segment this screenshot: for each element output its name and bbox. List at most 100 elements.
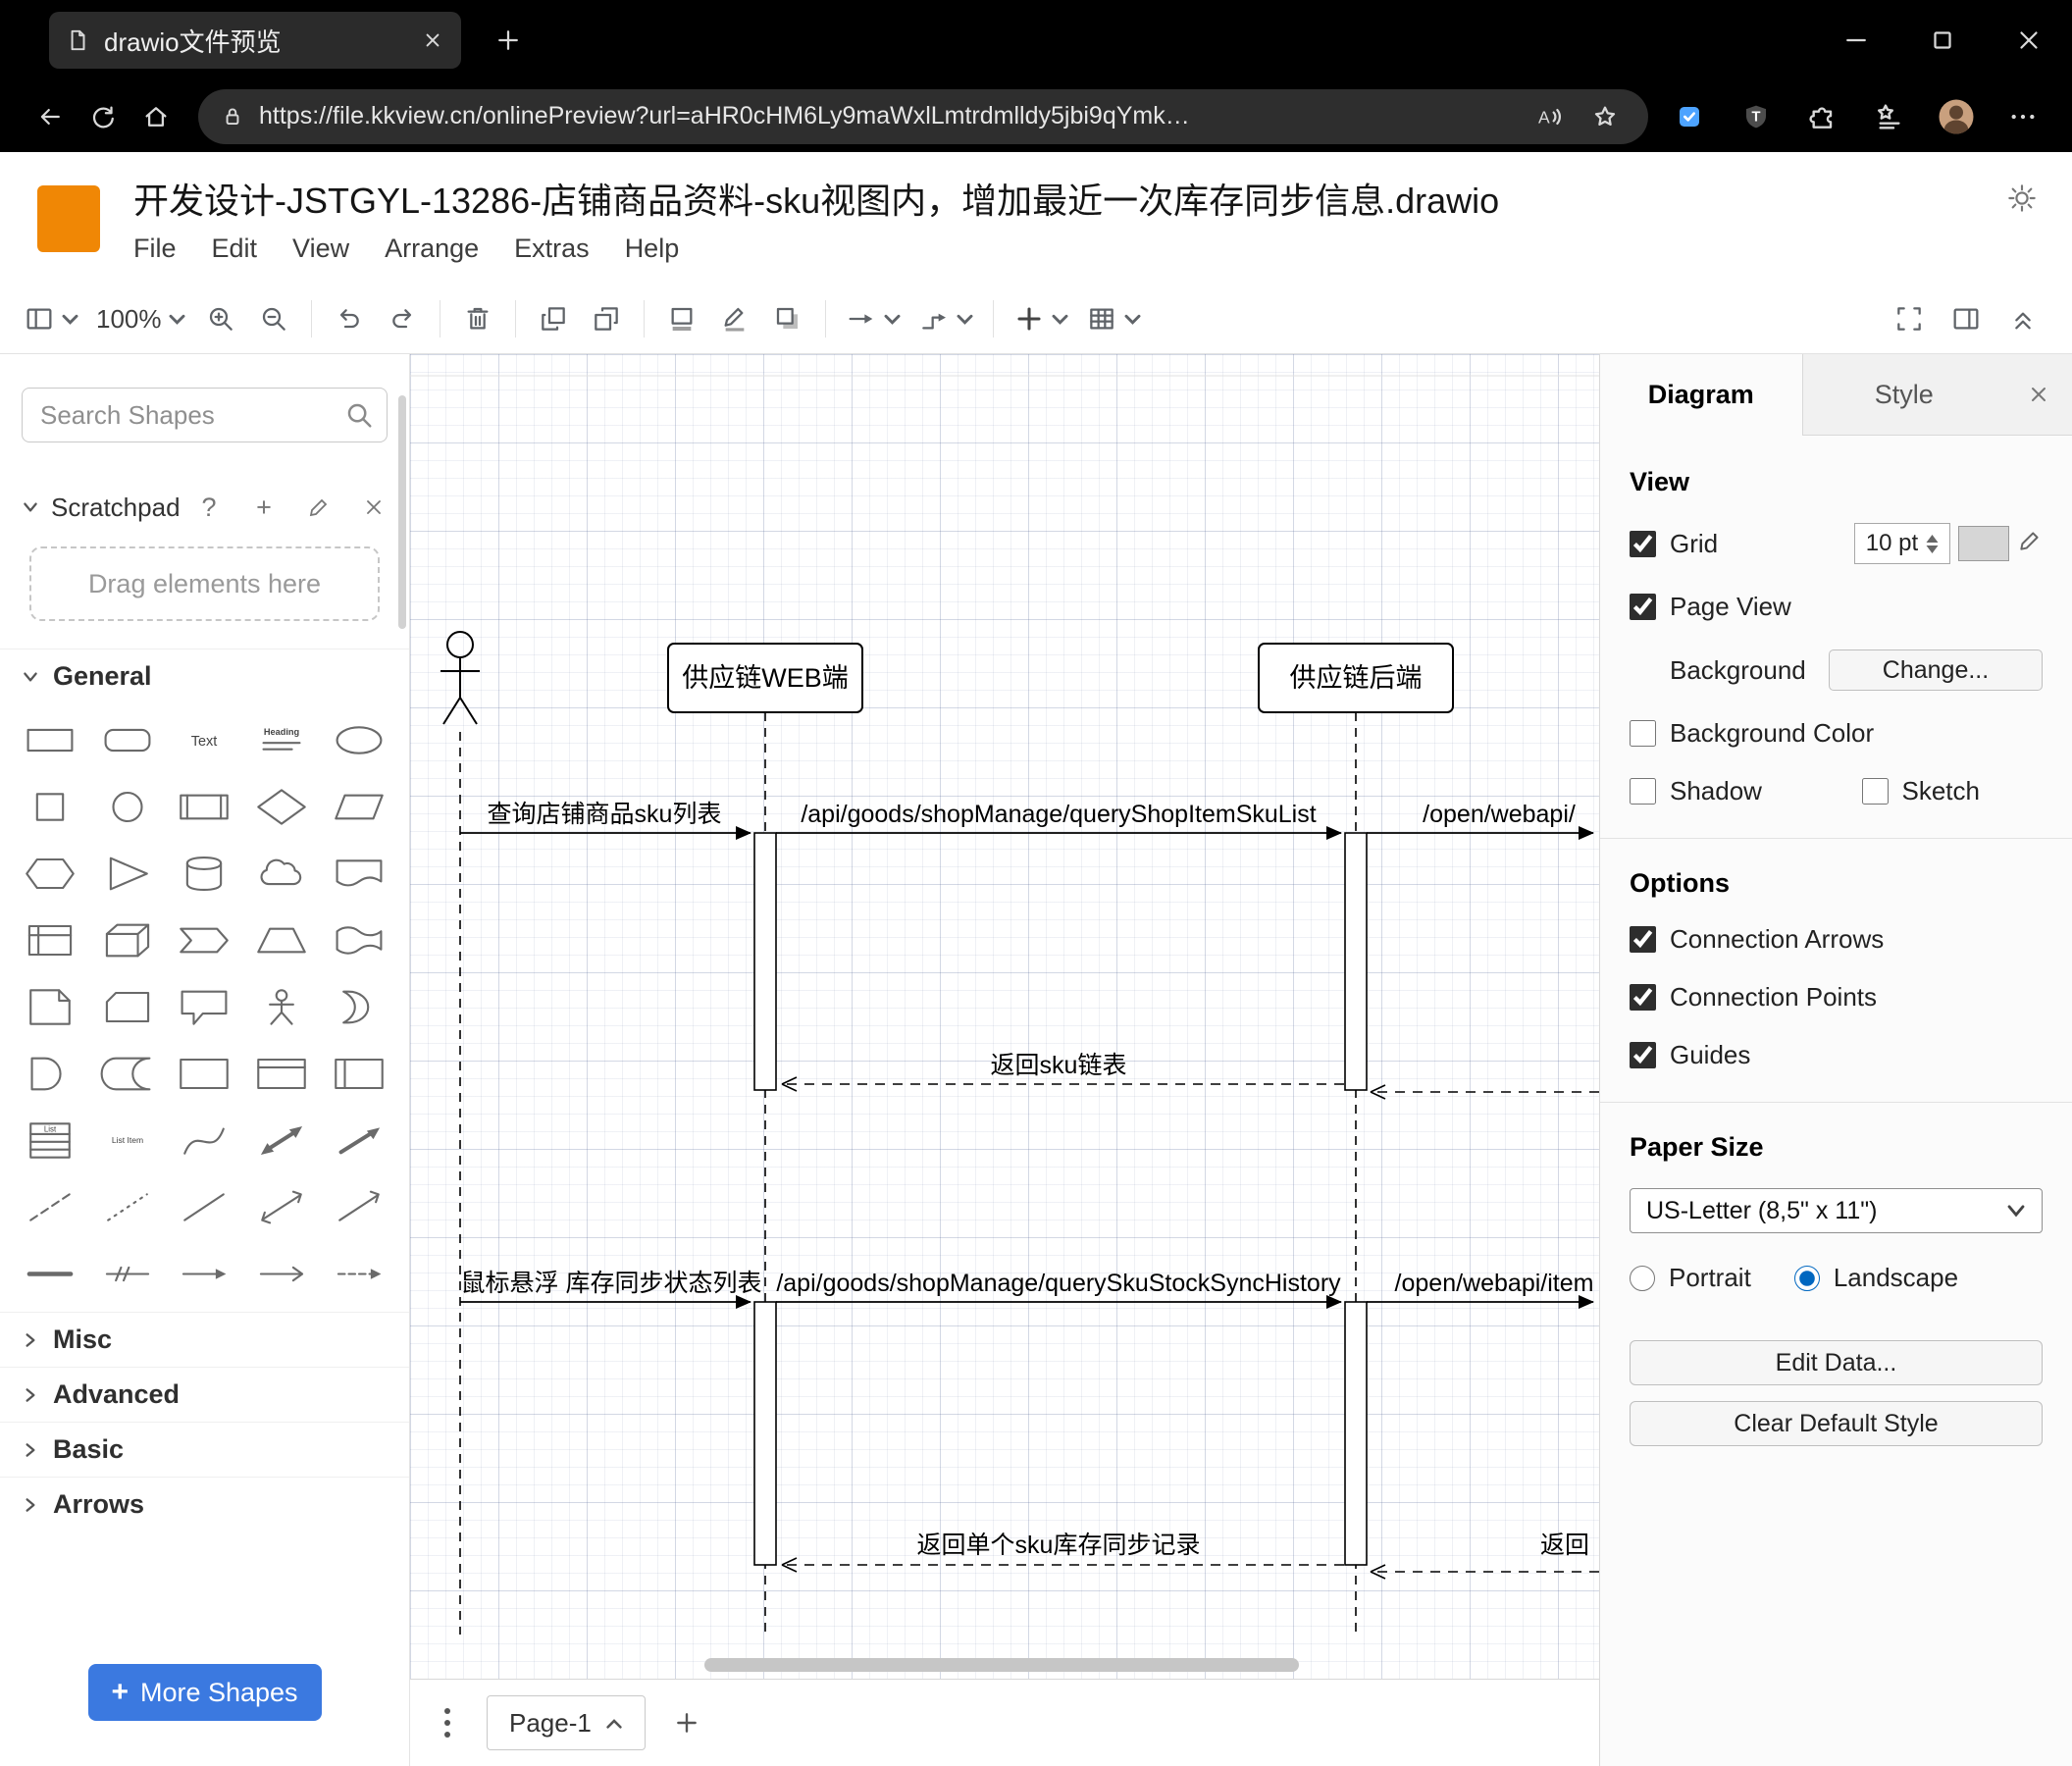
zoom-out-button[interactable] bbox=[248, 292, 299, 345]
favorite-star-icon[interactable] bbox=[1583, 95, 1627, 138]
section-basic[interactable]: Basic bbox=[0, 1422, 409, 1477]
shape-horizontal-line[interactable] bbox=[12, 1249, 89, 1298]
shape-list-item[interactable]: List Item bbox=[89, 1116, 167, 1165]
table-button[interactable] bbox=[1078, 292, 1149, 345]
shape-triangle[interactable] bbox=[89, 849, 167, 898]
portrait-radio-label[interactable]: Portrait bbox=[1630, 1263, 1751, 1293]
connection-arrows-checkbox[interactable] bbox=[1630, 926, 1656, 953]
waypoints-button[interactable] bbox=[910, 292, 981, 345]
address-url[interactable]: https://file.kkview.cn/onlinePreview?url… bbox=[259, 102, 1513, 130]
shape-document[interactable] bbox=[320, 849, 397, 898]
shape-process[interactable] bbox=[166, 782, 243, 831]
shape-callout[interactable] bbox=[166, 982, 243, 1031]
page-view-checkbox[interactable] bbox=[1630, 594, 1656, 620]
shape-heading[interactable]: Heading bbox=[243, 715, 321, 764]
section-advanced[interactable]: Advanced bbox=[0, 1367, 409, 1422]
background-color-checkbox[interactable] bbox=[1630, 720, 1656, 747]
shape-connector-arrow[interactable] bbox=[166, 1249, 243, 1298]
shape-card[interactable] bbox=[89, 982, 167, 1031]
background-color-checkbox-label[interactable]: Background Color bbox=[1630, 718, 1874, 749]
sidebar-scrollbar[interactable] bbox=[398, 395, 406, 629]
menu-file[interactable]: File bbox=[133, 234, 177, 264]
shape-text[interactable]: Text bbox=[166, 715, 243, 764]
clear-default-style-button[interactable]: Clear Default Style bbox=[1630, 1401, 2043, 1446]
section-misc[interactable]: Misc bbox=[0, 1312, 409, 1367]
shape-step[interactable] bbox=[166, 915, 243, 964]
zoom-in-button[interactable] bbox=[195, 292, 246, 345]
shape-parallelogram[interactable] bbox=[320, 782, 397, 831]
more-shapes-button[interactable]: + More Shapes bbox=[87, 1664, 322, 1721]
shape-horizontal-container[interactable] bbox=[320, 1049, 397, 1098]
paper-size-select[interactable]: US-Letter (8,5" x 11") bbox=[1630, 1188, 2043, 1233]
connection-button[interactable] bbox=[838, 292, 908, 345]
profile-avatar[interactable] bbox=[1931, 91, 1982, 142]
shadow-button[interactable] bbox=[762, 292, 813, 345]
shape-bidirectional-arrow[interactable] bbox=[243, 1116, 321, 1165]
guides-checkbox[interactable] bbox=[1630, 1042, 1656, 1068]
tab-close-icon[interactable] bbox=[420, 27, 445, 53]
tab-style[interactable]: Style bbox=[1803, 354, 2005, 435]
scratchpad-help-icon[interactable]: ? bbox=[195, 493, 223, 522]
shape-curve[interactable] bbox=[166, 1116, 243, 1165]
shape-trapezoid[interactable] bbox=[243, 915, 321, 964]
tab-diagram[interactable]: Diagram bbox=[1600, 354, 1803, 436]
delete-button[interactable] bbox=[452, 292, 503, 345]
fill-color-button[interactable] bbox=[656, 292, 707, 345]
shape-vertical-container[interactable] bbox=[243, 1049, 321, 1098]
shape-arrow[interactable] bbox=[320, 1116, 397, 1165]
read-aloud-icon[interactable]: A bbox=[1527, 95, 1570, 138]
refresh-icon[interactable] bbox=[77, 90, 130, 143]
shield-extension-icon[interactable]: T bbox=[1731, 91, 1782, 142]
minimize-button[interactable] bbox=[1813, 0, 1899, 80]
collapse-toolbar-button[interactable] bbox=[1997, 292, 2048, 345]
menu-view[interactable]: View bbox=[292, 234, 349, 264]
grid-checkbox[interactable] bbox=[1630, 530, 1656, 557]
browser-tab[interactable]: drawio文件预览 bbox=[49, 12, 461, 69]
shape-actor[interactable] bbox=[243, 982, 321, 1031]
extensions-puzzle-icon[interactable] bbox=[1797, 91, 1848, 142]
shape-note[interactable] bbox=[12, 982, 89, 1031]
shadow-checkbox[interactable] bbox=[1630, 778, 1656, 805]
favorites-list-icon[interactable] bbox=[1864, 91, 1915, 142]
scratchpad-header[interactable]: Scratchpad ? + bbox=[0, 482, 409, 533]
new-tab-button[interactable] bbox=[485, 17, 532, 64]
shape-bidirectional-connector[interactable] bbox=[243, 1182, 321, 1231]
shape-ellipse[interactable] bbox=[320, 715, 397, 764]
theme-toggle-sun-icon[interactable] bbox=[1999, 176, 2045, 221]
page-view-checkbox-label[interactable]: Page View bbox=[1630, 592, 1791, 622]
guides-checkbox-label[interactable]: Guides bbox=[1630, 1040, 1750, 1070]
shape-and[interactable] bbox=[12, 1049, 89, 1098]
add-page-button[interactable] bbox=[665, 1697, 708, 1748]
menu-help[interactable]: Help bbox=[625, 234, 680, 264]
shadow-checkbox-label[interactable]: Shadow bbox=[1630, 776, 1762, 806]
shape-directional-connector[interactable] bbox=[320, 1182, 397, 1231]
sketch-checkbox[interactable] bbox=[1861, 778, 1889, 805]
shape-dotted-line[interactable] bbox=[89, 1182, 167, 1231]
shape-dashed-line[interactable] bbox=[12, 1182, 89, 1231]
menu-extras[interactable]: Extras bbox=[514, 234, 590, 264]
connection-points-checkbox-label[interactable]: Connection Points bbox=[1630, 982, 1877, 1013]
line-color-button[interactable] bbox=[709, 292, 760, 345]
shape-tape[interactable] bbox=[320, 915, 397, 964]
edit-data-button[interactable]: Edit Data... bbox=[1630, 1340, 2043, 1385]
shape-cylinder[interactable] bbox=[166, 849, 243, 898]
page-tab[interactable]: Page-1 bbox=[487, 1695, 646, 1750]
shape-or[interactable] bbox=[320, 982, 397, 1031]
scratchpad-close-icon[interactable] bbox=[360, 493, 388, 521]
shape-cloud[interactable] bbox=[243, 849, 321, 898]
zoom-level-button[interactable]: 100% bbox=[88, 292, 193, 345]
shape-internal-storage[interactable] bbox=[12, 915, 89, 964]
shape-circle[interactable] bbox=[89, 782, 167, 831]
actor-figure[interactable] bbox=[440, 631, 480, 725]
shape-connector-open-arrow[interactable] bbox=[243, 1249, 321, 1298]
connection-points-checkbox[interactable] bbox=[1630, 984, 1656, 1011]
shape-rectangle[interactable] bbox=[12, 715, 89, 764]
grid-size-spinner[interactable] bbox=[1926, 534, 1939, 553]
shape-rounded-rectangle[interactable] bbox=[89, 715, 167, 764]
shape-connector-filled-arrow[interactable] bbox=[320, 1249, 397, 1298]
to-back-button[interactable] bbox=[581, 292, 632, 345]
redo-button[interactable] bbox=[377, 292, 428, 345]
pages-menu-icon[interactable] bbox=[428, 1697, 467, 1748]
shape-line[interactable] bbox=[166, 1182, 243, 1231]
menu-arrange[interactable]: Arrange bbox=[385, 234, 479, 264]
